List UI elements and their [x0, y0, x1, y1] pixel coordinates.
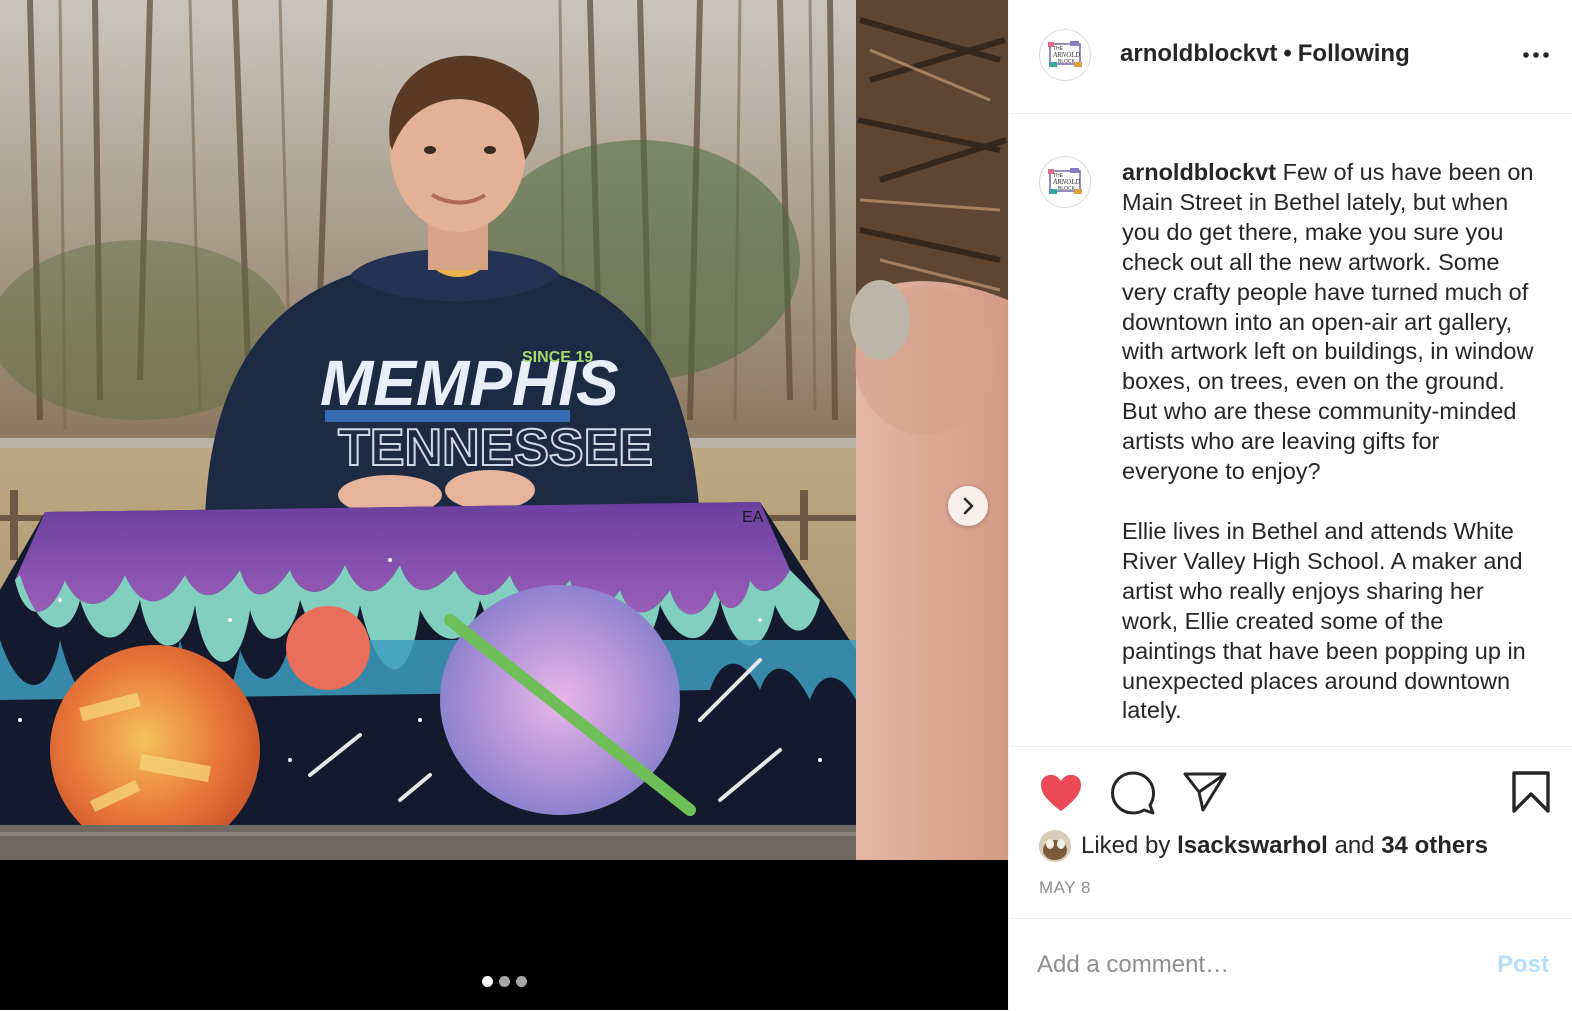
avatar[interactable] — [1039, 830, 1071, 862]
comment-bubble-icon[interactable] — [1111, 771, 1155, 815]
hoodie-text-tennessee: TENNESSEE — [338, 419, 653, 477]
liker-avatar-image — [1039, 830, 1071, 862]
comment-bar: Post — [1009, 918, 1572, 1011]
arnold-block-logo: THE ARNOLD BLOCK — [1048, 168, 1082, 194]
post-comment-button[interactable]: Post — [1497, 951, 1549, 979]
chevron-right-icon — [963, 497, 974, 515]
svg-text:ARNOLD: ARNOLD — [1052, 51, 1080, 59]
svg-text:ARNOLD: ARNOLD — [1052, 178, 1080, 186]
caption-paragraph: arnoldblockvt Few of us have been on Mai… — [1122, 158, 1542, 487]
slide-indicator — [0, 976, 1008, 987]
slide-dot-active — [481, 976, 493, 987]
post-photo: MEMPHIS TENNESSEE SINCE 19 EA — [0, 0, 1008, 1010]
caption-paragraph-text: Ellie lives in Bethel and attends White … — [1122, 517, 1526, 724]
action-bar — [1009, 746, 1572, 815]
caption-paragraph: Ellie lives in Bethel and attends White … — [1122, 517, 1542, 726]
post-date[interactable]: MAY 8 — [1039, 878, 1091, 898]
caption-paragraph-text: Few of us have been on Main Street in Be… — [1122, 159, 1534, 485]
caption-text: arnoldblockvt Few of us have been on Mai… — [1122, 158, 1542, 746]
avatar[interactable]: THE ARNOLD BLOCK — [1039, 156, 1091, 208]
bookmark-icon[interactable] — [1512, 771, 1550, 813]
likes-prefix: Liked by — [1081, 832, 1171, 859]
next-slide-button[interactable] — [948, 486, 988, 526]
likes-conjunction: and — [1334, 832, 1375, 859]
arnold-block-logo: THE ARNOLD BLOCK — [1048, 41, 1082, 67]
comment-input[interactable] — [1037, 947, 1477, 983]
post-header: THE ARNOLD BLOCK arnoldblockvt • Following — [1009, 0, 1572, 114]
more-options-icon — [1523, 52, 1549, 58]
avatar[interactable]: THE ARNOLD BLOCK — [1039, 29, 1091, 81]
svg-text:BLOCK: BLOCK — [1058, 186, 1076, 192]
slide-dot — [498, 976, 510, 987]
likes-others-link[interactable]: 34 others — [1381, 832, 1488, 860]
paper-plane-icon[interactable] — [1183, 771, 1227, 813]
artwork-initials: EA — [742, 509, 764, 526]
header-separator: • — [1283, 40, 1292, 67]
more-options-button[interactable] — [1519, 38, 1553, 72]
slide-dot — [515, 976, 527, 987]
follow-status-button[interactable]: Following — [1298, 40, 1410, 67]
caption-username[interactable]: arnoldblockvt — [1122, 159, 1276, 185]
heart-filled-icon[interactable] — [1039, 773, 1083, 813]
header-username[interactable]: arnoldblockvt — [1120, 40, 1277, 67]
svg-text:BLOCK: BLOCK — [1058, 59, 1076, 65]
hoodie-text-since: SINCE 19 — [522, 349, 593, 366]
post-side-panel: THE ARNOLD BLOCK arnoldblockvt • Following — [1008, 0, 1572, 1010]
header-user-info: arnoldblockvt • Following — [1120, 40, 1410, 68]
caption-section: THE ARNOLD BLOCK arnoldblockvt Few of us… — [1009, 114, 1572, 746]
post-media[interactable]: MEMPHIS TENNESSEE SINCE 19 EA — [0, 0, 1008, 1010]
likes-summary: Liked by lsackswarhol and 34 others — [1039, 828, 1488, 864]
liker-username[interactable]: lsackswarhol — [1177, 832, 1328, 860]
